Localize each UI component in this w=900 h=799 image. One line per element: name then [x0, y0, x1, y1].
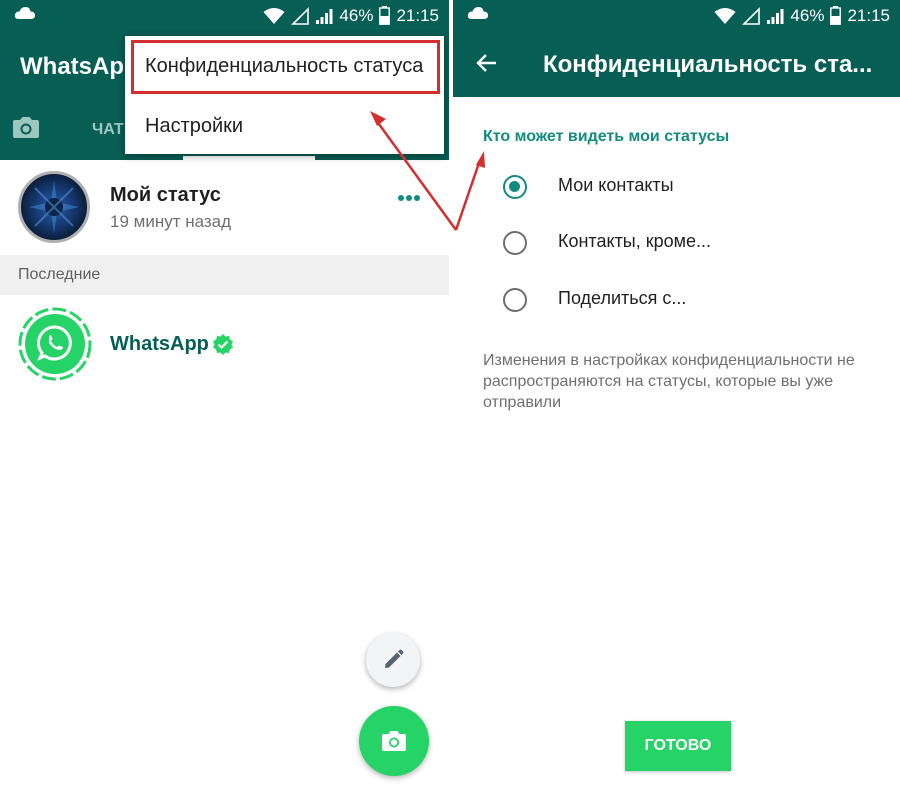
- clock: 21:15: [847, 5, 890, 25]
- verified-badge-icon: [213, 334, 233, 355]
- battery-percent: 46%: [790, 5, 825, 25]
- option-label: Контакты, кроме...: [558, 231, 712, 251]
- my-status-avatar: [18, 171, 90, 243]
- battery-percent: 46%: [339, 5, 374, 25]
- app-title: WhatsApp: [20, 53, 139, 80]
- recent-section-header: Последние: [0, 255, 449, 295]
- menu-item-settings[interactable]: Настройки: [125, 100, 444, 152]
- battery-icon: [830, 6, 842, 25]
- option-my-contacts[interactable]: Мои контакты: [453, 163, 900, 213]
- my-status-row[interactable]: Мой статус 19 минут назад: [0, 160, 449, 255]
- clock: 21:15: [396, 5, 439, 25]
- battery-icon: [379, 6, 391, 25]
- privacy-section-title: Кто может видеть мои статусы: [483, 128, 730, 145]
- signal-icon: [316, 8, 333, 24]
- privacy-app-bar: Конфиденциальность ста...: [453, 31, 900, 97]
- status-bar-right: 46% 21:15: [453, 0, 900, 31]
- radio-button[interactable]: [503, 231, 527, 255]
- wifi-icon: [714, 7, 736, 24]
- tab-chats[interactable]: ЧАТ: [92, 121, 124, 139]
- option-contacts-except[interactable]: Контакты, кроме...: [453, 219, 900, 269]
- pencil-icon: [385, 649, 404, 668]
- no-signal-icon: [742, 6, 761, 25]
- radio-button[interactable]: [503, 288, 527, 312]
- camera-tab-icon[interactable]: [12, 115, 40, 139]
- whatsapp-avatar: [18, 307, 92, 381]
- signal-icon: [767, 8, 784, 24]
- wifi-icon: [263, 7, 285, 24]
- highlight-box: [131, 40, 440, 94]
- no-signal-icon: [291, 6, 310, 25]
- privacy-note: Изменения в настройках конфиденциальност…: [483, 352, 855, 411]
- cloud-icon: [14, 7, 35, 19]
- whatsapp-contact-name: WhatsApp: [110, 333, 209, 355]
- camera-icon: [382, 731, 406, 751]
- page-title: Конфиденциальность ста...: [543, 51, 873, 78]
- option-label: Мои контакты: [558, 175, 674, 195]
- my-status-name: Мой статус: [110, 184, 221, 206]
- cloud-icon: [467, 7, 488, 19]
- radio-button-checked[interactable]: [503, 175, 527, 199]
- right-screen: 46% 21:15 Конфиденциальность ста... Кто …: [453, 0, 900, 799]
- status-bar: 46% 21:15: [0, 0, 449, 31]
- left-screen: 46% 21:15 WhatsApp ЧАТ Конфиденциальност…: [0, 0, 449, 799]
- more-dots-icon[interactable]: [397, 194, 421, 202]
- back-arrow-icon[interactable]: [475, 51, 499, 75]
- my-status-time: 19 минут назад: [110, 212, 232, 231]
- text-status-button[interactable]: [366, 633, 420, 687]
- option-label: Поделиться с...: [558, 288, 687, 308]
- camera-status-button[interactable]: [359, 706, 429, 776]
- whatsapp-status-row[interactable]: WhatsApp: [0, 295, 449, 395]
- option-share-with[interactable]: Поделиться с...: [453, 276, 900, 326]
- done-button[interactable]: ГОТОВО: [625, 721, 731, 771]
